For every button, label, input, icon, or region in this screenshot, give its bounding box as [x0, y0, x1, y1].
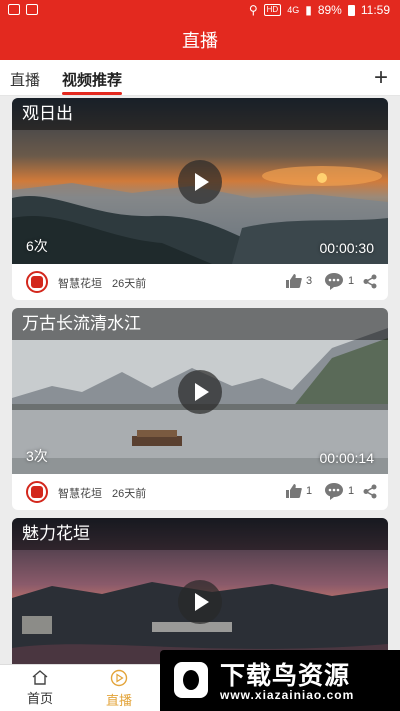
- video-thumbnail[interactable]: 魅力花垣: [12, 518, 388, 664]
- thumbs-up-icon[interactable]: [286, 274, 302, 288]
- publisher-logo-icon: [26, 481, 48, 503]
- publisher-name: 智慧花垣: [58, 278, 102, 290]
- page-title: 直播: [182, 31, 218, 51]
- video-title: 万古长流清水江: [12, 308, 388, 340]
- like-count: 3: [306, 275, 313, 287]
- battery-percent: 89%: [317, 3, 342, 17]
- video-thumbnail[interactable]: 观日出 6次 00:00:30: [12, 98, 388, 264]
- tab-live[interactable]: 直播: [10, 69, 40, 90]
- app-bar: 直播: [0, 22, 400, 60]
- view-count: 6次: [26, 238, 48, 254]
- publisher-name: 智慧花垣: [58, 488, 102, 500]
- video-title: 观日出: [12, 98, 388, 130]
- tab-video-recommend-label: 视频推荐: [62, 72, 123, 89]
- gallery-icon: [8, 4, 20, 15]
- video-meta: 智慧花垣 26天前 1 1: [12, 474, 388, 510]
- play-button[interactable]: [178, 160, 222, 204]
- battery-icon: [347, 4, 355, 16]
- video-duration: 00:00:30: [319, 240, 375, 256]
- comment-icon[interactable]: [324, 272, 344, 290]
- video-card[interactable]: 万古长流清水江 3次 00:00:14 智慧花垣 26天前 1 1: [12, 308, 388, 510]
- nav-live-label: 直播: [105, 693, 132, 708]
- add-button[interactable]: +: [374, 64, 388, 92]
- share-icon[interactable]: [363, 274, 377, 289]
- comment-count: 1: [348, 275, 355, 287]
- view-count: 3次: [26, 448, 48, 464]
- video-duration: 00:00:14: [319, 450, 375, 466]
- play-button[interactable]: [178, 370, 222, 414]
- location-icon: ⚲: [248, 3, 258, 17]
- publish-age: 26天前: [112, 278, 147, 290]
- tab-bar: 直播 视频推荐 +: [0, 60, 400, 96]
- comment-icon[interactable]: [324, 482, 344, 500]
- watermark-url: www.xiazainiao.com: [220, 688, 355, 702]
- nav-live[interactable]: 直播: [94, 669, 144, 709]
- play-button[interactable]: [178, 580, 222, 624]
- active-tab-indicator: [62, 92, 123, 95]
- play-circle-icon: [110, 669, 128, 687]
- clock: 11:59: [360, 3, 390, 17]
- nav-home[interactable]: 首页: [15, 669, 65, 707]
- check-icon: [26, 4, 38, 15]
- watermark-logo-icon: [174, 662, 208, 698]
- video-feed[interactable]: 观日出 6次 00:00:30 智慧花垣 26天前 3 1 万古长流清水江 3次…: [0, 96, 400, 664]
- signal-icon: ▮: [305, 3, 312, 17]
- watermark-text: 下载鸟资源: [220, 662, 351, 690]
- home-icon: [32, 670, 48, 685]
- thumbs-up-icon[interactable]: [286, 484, 302, 498]
- video-thumbnail[interactable]: 万古长流清水江 3次 00:00:14: [12, 308, 388, 474]
- status-bar: ⚲ HD 4G ▮ 89% 11:59: [0, 0, 400, 22]
- watermark-overlay: 下载鸟资源 www.xiazainiao.com: [160, 650, 400, 711]
- video-meta: 智慧花垣 26天前 3 1: [12, 264, 388, 300]
- video-card[interactable]: 魅力花垣: [12, 518, 388, 664]
- publisher-logo-icon: [26, 271, 48, 293]
- tab-video-recommend[interactable]: 视频推荐: [62, 69, 123, 95]
- video-card[interactable]: 观日出 6次 00:00:30 智慧花垣 26天前 3 1: [12, 98, 388, 300]
- nav-home-label: 首页: [26, 691, 53, 706]
- comment-count: 1: [348, 485, 355, 497]
- network-type: 4G: [287, 5, 300, 15]
- like-count: 1: [306, 485, 313, 497]
- hd-badge: HD: [263, 4, 282, 16]
- video-title: 魅力花垣: [12, 518, 388, 550]
- publish-age: 26天前: [112, 488, 147, 500]
- share-icon[interactable]: [363, 484, 377, 499]
